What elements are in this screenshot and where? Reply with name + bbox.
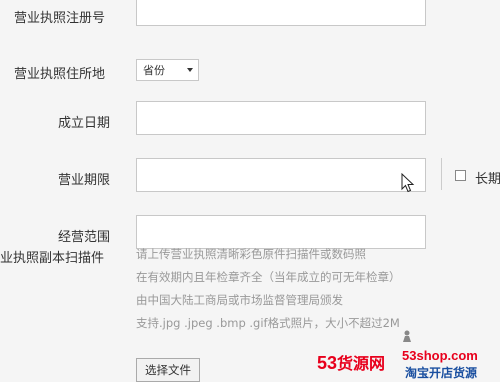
business-scope-input[interactable]: [136, 215, 426, 249]
watermark-slogan: 淘宝开店货源: [405, 366, 478, 380]
long-term-checkbox[interactable]: [455, 170, 466, 181]
help-text-line: 支持.jpg .jpeg .bmp .gif格式照片，大小不超过2M: [136, 316, 400, 330]
business-term-label: 营业期限: [58, 173, 111, 188]
choose-file-button[interactable]: 选择文件: [136, 358, 200, 382]
help-text-line: 请上传营业执照清晰彩色原件扫描件或数码照: [136, 247, 366, 261]
help-text-line: 在有效期内且年检章齐全（当年成立的可无年检章）: [136, 270, 401, 284]
watermark-brand: 货源网: [337, 356, 386, 373]
help-text-line: 由中国大陆工商局或市场监督管理局颁发: [136, 293, 343, 307]
business-scope-label: 经营范围: [58, 230, 111, 245]
watermark-number: 53: [317, 353, 338, 373]
established-date-input[interactable]: [136, 101, 426, 135]
license-copy-label: 业执照副本扫描件: [0, 251, 105, 266]
license-number-input[interactable]: [136, 0, 426, 26]
license-address-label: 营业执照住所地: [14, 67, 106, 82]
province-select[interactable]: 省份: [136, 59, 199, 81]
long-term-label: 长期: [475, 172, 500, 187]
watermark-url: 53shop.com: [402, 348, 478, 363]
mouse-cursor-icon: [401, 173, 415, 193]
divider: [441, 158, 442, 190]
license-number-label: 营业执照注册号: [14, 11, 106, 26]
business-term-input[interactable]: [136, 158, 426, 192]
watermark-logo: 53货源网 53shop.com 淘宝开店货源: [317, 348, 478, 380]
province-select-value: 省份: [143, 64, 165, 77]
established-date-label: 成立日期: [58, 116, 111, 131]
watermark-figure-icon: [403, 330, 411, 342]
chevron-down-icon: [187, 68, 193, 72]
